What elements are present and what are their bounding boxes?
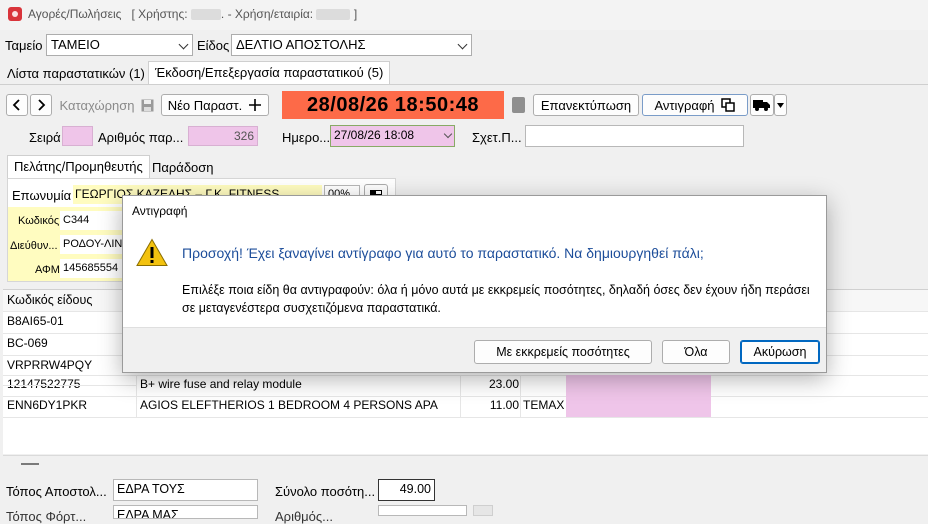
item-code: BC-069 (7, 336, 48, 350)
splitter-handle[interactable] (21, 463, 39, 465)
truck-icon (753, 100, 770, 111)
grid-line (136, 375, 137, 417)
pink-cell (566, 396, 711, 417)
new-document-label: Νέο Παραστ. (167, 97, 243, 113)
warning-icon (136, 238, 168, 266)
dialog-title: Αντιγραφή (132, 204, 188, 218)
new-document-button[interactable]: Νέο Παραστ. (161, 94, 269, 116)
next-button[interactable] (30, 94, 52, 116)
dialog-footer: Με εκκρεμείς ποσότητες Όλα Ακύρωση (123, 327, 826, 372)
tab-delivery[interactable]: Παράδοση (146, 157, 220, 179)
copy-label: Αντιγραφή (654, 97, 715, 113)
seira-field[interactable] (62, 126, 93, 146)
grid-line (460, 375, 461, 417)
item-code: 12147522775 (7, 377, 81, 391)
row2-label: Τόπος Φόρτ... (6, 509, 87, 524)
grid-line (3, 385, 136, 386)
tameio-select[interactable]: ΤΑΜΕΙΟ (46, 34, 193, 56)
item-code: ENN6DY1PKR (7, 398, 88, 412)
row2-field-b[interactable] (378, 505, 467, 516)
eidos-select[interactable]: ΔΕΛΤΙΟ ΑΠΟΣΤΟΛΗΣ (231, 34, 472, 56)
table-row[interactable]: ENN6DY1PKR AGIOS ELEFTHERIOS 1 BEDROOM 4… (3, 396, 928, 417)
total-field: 49.00 (378, 479, 435, 501)
pending-quantities-button[interactable]: Με εκκρεμείς ποσότητες (474, 340, 652, 364)
date-label: Ημερο... (282, 130, 331, 145)
address-field[interactable]: ΡΟΔΟΥ-ΛΙΝ (60, 235, 122, 254)
save-button[interactable]: Καταχώρηση (56, 94, 157, 116)
all-button[interactable]: Όλα (662, 340, 730, 364)
date-value: 27/08/26 18:08 (334, 128, 415, 142)
topos-label: Τόπος Αποστολ... (6, 484, 107, 499)
save-label: Καταχώρηση (59, 97, 135, 113)
row2-label-b: Αριθμός... (275, 509, 334, 524)
chevron-down-icon (457, 39, 468, 50)
item-description: AGIOS ELEFTHERIOS 1 BEDROOM 4 PERSONS AP… (140, 398, 438, 412)
related-label: Σχετ.Π... (472, 130, 522, 145)
cancel-button[interactable]: Ακύρωση (740, 340, 820, 364)
table-footer (3, 455, 928, 472)
redacted-user (190, 9, 221, 21)
chevron-down-icon (443, 129, 453, 139)
copy-dialog: Αντιγραφή Προσοχή! Έχει ξαναγίνει αντίγρ… (122, 195, 827, 373)
total-label: Σύνολο ποσότη... (275, 484, 376, 499)
dialog-headline: Προσοχή! Έχει ξαναγίνει αντίγραφο για αυ… (182, 245, 704, 261)
chevron-right-icon (38, 99, 46, 111)
code-label: Κωδικός (18, 215, 60, 227)
title-bar: Αγορές/Πωλήσεις [ Χρήστης: . - Χρήση/ετα… (0, 0, 928, 30)
topos-field[interactable]: ΕΔΡΑ ΤΟΥΣ (113, 479, 258, 501)
arithmos-field[interactable]: 326 (188, 126, 258, 146)
name-label: Επωνυμία (12, 188, 72, 203)
date-field[interactable]: 27/08/26 18:08 (330, 125, 455, 147)
item-quantity: 11.00 (489, 398, 519, 412)
pink-cell (566, 375, 711, 396)
chevron-down-icon (178, 39, 189, 50)
seira-label: Σειρά (29, 130, 61, 145)
item-unit: ΤΕΜΑΧ (523, 398, 565, 412)
plus-icon (249, 99, 262, 111)
dialog-detail: Επιλέξε ποια είδη θα αντιγραφούν: όλα ή … (182, 283, 810, 315)
arithmos-label: Αριθμός παρ... (98, 130, 184, 145)
item-quantity: 23.00 (488, 377, 519, 391)
tab-customer-supplier[interactable]: Πελάτης/Προμηθευτής (7, 155, 150, 179)
delivery-truck-button[interactable] (750, 94, 774, 116)
tameio-value: ΤΑΜΕΙΟ (51, 37, 100, 52)
grid-line (520, 375, 521, 417)
code-field[interactable]: C344 (60, 211, 122, 230)
tab-divider (0, 84, 928, 85)
afm-field[interactable]: 145685554 (60, 259, 122, 278)
copy-button[interactable]: Αντιγραφή (642, 94, 748, 116)
eidos-value: ΔΕΛΤΙΟ ΑΠΟΣΤΟΛΗΣ (236, 37, 366, 52)
floppy-disk-icon (141, 99, 153, 111)
item-code: B8AI65-01 (7, 314, 64, 328)
reprint-button[interactable]: Επανεκτύπωση (533, 94, 639, 116)
row2-field[interactable]: ΕΔΡΑ ΜΑΣ (113, 505, 258, 519)
chevron-left-icon (12, 99, 20, 111)
clock-display: 28/08/26 18:50:48 (282, 91, 504, 119)
related-field[interactable] (525, 125, 744, 147)
eidos-label: Είδος (197, 38, 230, 53)
row2-button[interactable] (473, 505, 493, 516)
item-code: VRPRRW4PQY (7, 358, 93, 372)
trash-icon[interactable] (512, 97, 525, 113)
column-header-code[interactable]: Κωδικός είδους (7, 293, 92, 307)
truck-menu-button[interactable] (774, 94, 787, 116)
address-label: Διεύθυν... (10, 240, 58, 252)
prev-button[interactable] (6, 94, 28, 116)
window-title: Αγορές/Πωλήσεις [ Χρήστης: . - Χρήση/ετα… (28, 7, 358, 21)
tab-document-list[interactable]: Λίστα παραστατικών (1) (1, 63, 151, 85)
tameio-label: Ταμείο (5, 38, 43, 53)
afm-label: ΑΦΜ (35, 264, 60, 276)
table-row[interactable]: 12147522775 B+ wire fuse and relay modul… (3, 375, 928, 396)
tab-document-edit[interactable]: Έκδοση/Επεξεργασία παραστατικού (5) (148, 61, 391, 85)
item-description: B+ wire fuse and relay module (140, 377, 302, 391)
caret-down-icon (777, 102, 784, 108)
redacted-company (316, 9, 351, 21)
copy-icon (720, 98, 735, 112)
app-icon (8, 7, 22, 21)
grid-line (3, 417, 928, 418)
